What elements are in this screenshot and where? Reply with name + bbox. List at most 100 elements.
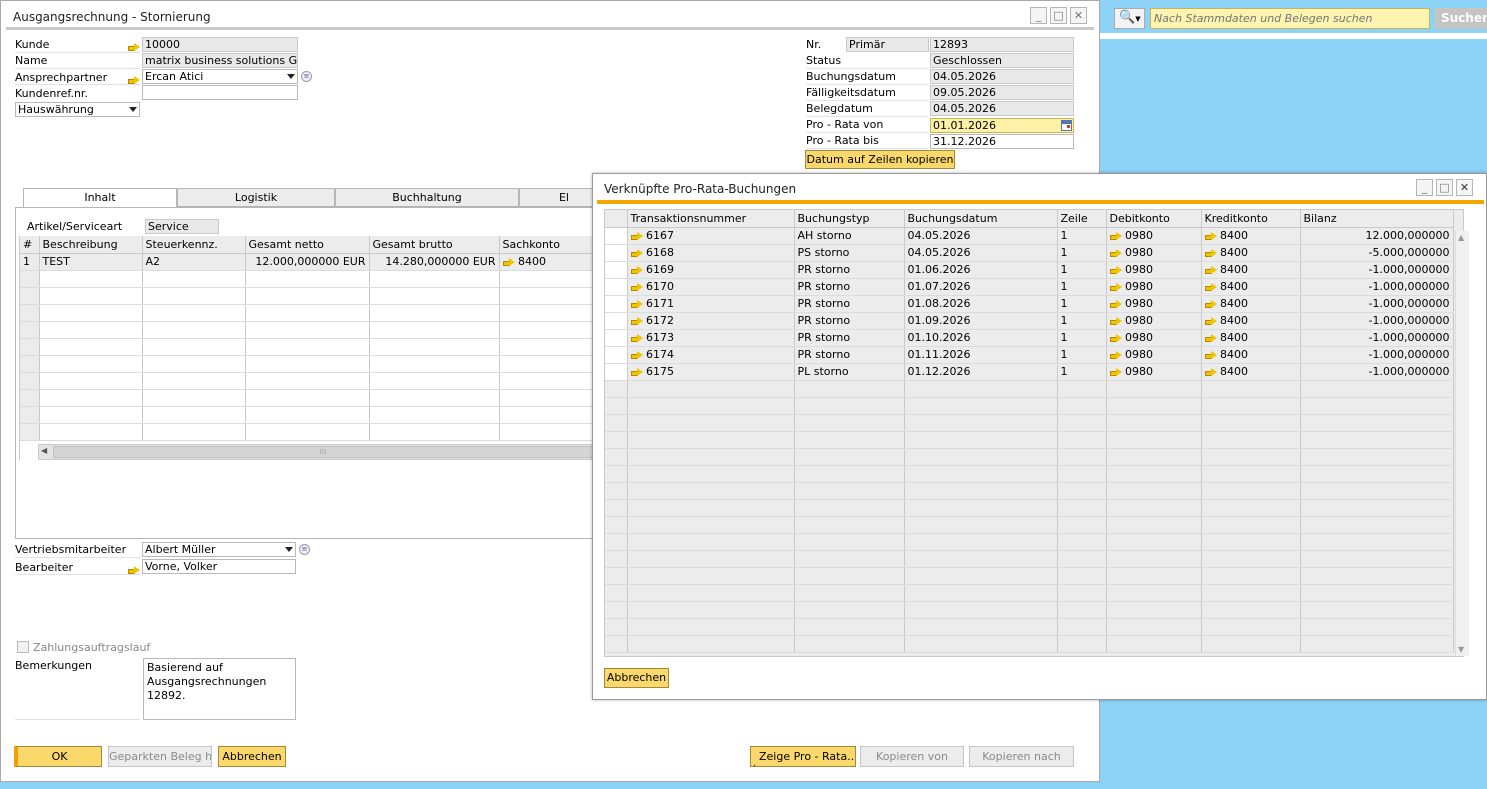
empty-cell[interactable] bbox=[627, 431, 795, 449]
empty-cell[interactable] bbox=[1057, 567, 1107, 585]
row-selector[interactable] bbox=[605, 601, 628, 619]
empty-cell[interactable] bbox=[794, 482, 905, 500]
empty-cell[interactable] bbox=[794, 635, 905, 653]
empty-cell[interactable] bbox=[1300, 414, 1454, 432]
col-header-netto[interactable]: Gesamt netto bbox=[245, 236, 370, 254]
link-arrow-icon[interactable] bbox=[1109, 367, 1122, 377]
cancel-button[interactable]: Abbrechen bbox=[218, 746, 286, 767]
empty-cell[interactable] bbox=[904, 414, 1058, 432]
empty-cell[interactable] bbox=[1106, 601, 1202, 619]
empty-cell[interactable] bbox=[627, 499, 795, 517]
link-arrow-icon[interactable] bbox=[1109, 299, 1122, 309]
empty-cell[interactable] bbox=[1106, 533, 1202, 551]
empty-cell[interactable] bbox=[794, 567, 905, 585]
empty-cell[interactable] bbox=[904, 635, 1058, 653]
empty-cell[interactable] bbox=[627, 567, 795, 585]
scroll-down-icon[interactable]: ▼ bbox=[1458, 645, 1464, 654]
empty-cell[interactable] bbox=[1201, 567, 1301, 585]
empty-cell[interactable] bbox=[1057, 533, 1107, 551]
transaktion-cell[interactable]: 6172 bbox=[627, 312, 795, 330]
table-row[interactable] bbox=[20, 321, 595, 339]
empty-cell[interactable] bbox=[794, 516, 905, 534]
row-selector[interactable] bbox=[605, 499, 628, 517]
row-selector[interactable] bbox=[605, 482, 628, 500]
kundenref-field[interactable] bbox=[142, 85, 298, 100]
link-arrow-icon[interactable] bbox=[1204, 248, 1217, 258]
waehrung-select[interactable]: Hauswährung bbox=[15, 102, 140, 117]
table-row[interactable] bbox=[605, 448, 1454, 466]
empty-cell[interactable] bbox=[1106, 516, 1202, 534]
link-arrow-icon[interactable] bbox=[502, 257, 515, 267]
link-arrow-icon[interactable] bbox=[630, 350, 643, 360]
kreditkonto-cell[interactable]: 8400 bbox=[1201, 312, 1301, 330]
table-row[interactable]: 6167 AH storno 04.05.2026 1 0980 8400 12.000… bbox=[605, 227, 1454, 245]
minimize-icon[interactable]: _ bbox=[1416, 179, 1433, 196]
link-arrow-icon[interactable] bbox=[630, 316, 643, 326]
table-row[interactable] bbox=[20, 389, 595, 407]
kreditkonto-cell[interactable]: 8400 bbox=[1201, 363, 1301, 381]
transaktion-cell[interactable]: 6173 bbox=[627, 329, 795, 347]
empty-cell[interactable] bbox=[1106, 499, 1202, 517]
link-arrow-icon[interactable] bbox=[1109, 316, 1122, 326]
empty-cell[interactable] bbox=[1106, 380, 1202, 398]
empty-cell[interactable] bbox=[627, 380, 795, 398]
empty-cell[interactable] bbox=[794, 380, 905, 398]
copy-from-button[interactable]: Kopieren von bbox=[860, 746, 964, 767]
empty-cell[interactable] bbox=[794, 499, 905, 517]
col-header-transaktion[interactable]: Transaktionsnummer bbox=[627, 210, 795, 228]
more-options-icon[interactable]: ≡ bbox=[301, 71, 312, 82]
table-row[interactable] bbox=[605, 618, 1454, 636]
kreditkonto-cell[interactable]: 8400 bbox=[1201, 227, 1301, 245]
empty-cell[interactable] bbox=[794, 465, 905, 483]
row-selector[interactable] bbox=[605, 363, 628, 381]
link-arrow-icon[interactable] bbox=[1204, 350, 1217, 360]
row-selector[interactable] bbox=[605, 533, 628, 551]
row-selector[interactable] bbox=[605, 227, 628, 245]
transaktion-cell[interactable]: 6167 bbox=[627, 227, 795, 245]
calendar-icon[interactable] bbox=[1061, 120, 1072, 131]
link-arrow-icon[interactable] bbox=[1204, 299, 1217, 309]
empty-cell[interactable] bbox=[1057, 584, 1107, 602]
buchungsdatum-field[interactable]: 04.05.2026 bbox=[930, 69, 1074, 84]
ansprechpartner-select[interactable]: Ercan Atici bbox=[142, 69, 298, 84]
empty-cell[interactable] bbox=[1106, 414, 1202, 432]
vertical-scrollbar[interactable]: ▲ ▼ bbox=[1455, 231, 1469, 656]
close-icon[interactable]: ✕ bbox=[1456, 179, 1473, 196]
empty-cell[interactable] bbox=[1201, 618, 1301, 636]
prorata-bis-field[interactable]: 31.12.2026 bbox=[930, 134, 1074, 149]
transaktion-cell[interactable]: 6168 bbox=[627, 244, 795, 262]
empty-cell[interactable] bbox=[1201, 635, 1301, 653]
empty-cell[interactable] bbox=[1201, 601, 1301, 619]
col-header-steuer[interactable]: Steuerkennz. bbox=[142, 236, 246, 254]
debitkonto-cell[interactable]: 0980 bbox=[1106, 363, 1202, 381]
empty-cell[interactable] bbox=[1201, 499, 1301, 517]
tab-logistik[interactable]: Logistik bbox=[177, 188, 335, 207]
table-row[interactable] bbox=[20, 287, 595, 305]
table-row[interactable]: 6172 PR storno 01.09.2026 1 0980 8400 -1.000… bbox=[605, 312, 1454, 330]
search-scope-button[interactable]: 🔍▼ bbox=[1114, 8, 1145, 29]
parked-document-button[interactable]: Geparkten Beleg hi... bbox=[108, 746, 212, 767]
empty-cell[interactable] bbox=[627, 635, 795, 653]
empty-cell[interactable] bbox=[1106, 584, 1202, 602]
tab-inhalt[interactable]: Inhalt bbox=[23, 188, 177, 208]
transaktion-cell[interactable]: 6171 bbox=[627, 295, 795, 313]
col-header-kreditkonto[interactable]: Kreditkonto bbox=[1201, 210, 1301, 228]
row-selector[interactable] bbox=[605, 567, 628, 585]
link-arrow-icon[interactable] bbox=[1109, 231, 1122, 241]
empty-cell[interactable] bbox=[904, 431, 1058, 449]
netto-cell[interactable]: 12.000,000000 EUR bbox=[245, 253, 370, 271]
row-selector[interactable] bbox=[605, 550, 628, 568]
empty-cell[interactable] bbox=[1057, 618, 1107, 636]
empty-cell[interactable] bbox=[1057, 431, 1107, 449]
link-arrow-icon[interactable] bbox=[630, 299, 643, 309]
empty-cell[interactable] bbox=[904, 380, 1058, 398]
empty-cell[interactable] bbox=[904, 397, 1058, 415]
empty-cell[interactable] bbox=[627, 448, 795, 466]
empty-cell[interactable] bbox=[904, 601, 1058, 619]
transaktion-cell[interactable]: 6175 bbox=[627, 363, 795, 381]
debitkonto-cell[interactable]: 0980 bbox=[1106, 295, 1202, 313]
search-button[interactable]: Suchen bbox=[1435, 8, 1487, 29]
row-selector[interactable] bbox=[605, 584, 628, 602]
empty-cell[interactable] bbox=[627, 465, 795, 483]
table-row[interactable] bbox=[605, 516, 1454, 534]
